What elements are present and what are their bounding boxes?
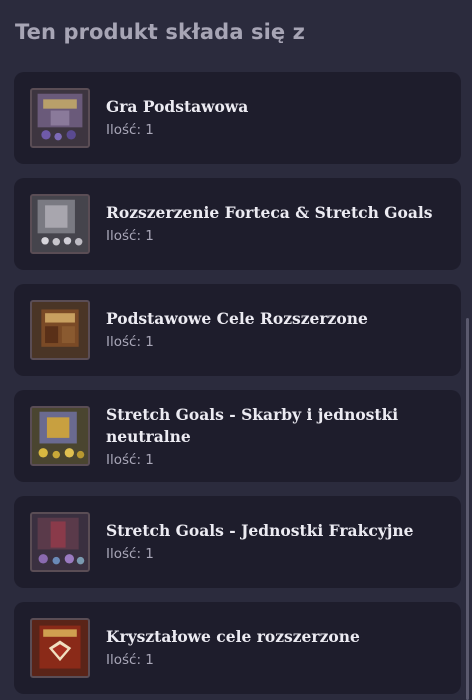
product-thumbnail <box>30 406 90 466</box>
product-quantity: Ilość: 1 <box>106 228 154 244</box>
list-item-rozszerzenie-forteca[interactable]: Rozszerzenie Forteca & Stretch Goals Ilo… <box>14 178 461 270</box>
list-item-krysztalowe-cele[interactable]: Kryształowe cele rozszerzone Ilość: 1 <box>14 602 461 694</box>
product-name: Stretch Goals - Skarby i jednostki neutr… <box>106 405 399 446</box>
product-thumbnail <box>30 512 90 572</box>
product-name: Kryształowe cele rozszerzone <box>106 627 360 646</box>
product-quantity: Ilość: 1 <box>106 652 154 668</box>
product-name: Rozszerzenie Forteca & Stretch Goals <box>106 203 433 222</box>
product-name: Gra Podstawowa <box>106 97 249 116</box>
product-contents-page: Ten produkt składa się z Gra Podstawowa … <box>0 0 472 700</box>
list-item-stretch-goals-skarby[interactable]: Stretch Goals - Skarby i jednostki neutr… <box>14 390 461 482</box>
list-item-gra-podstawowa[interactable]: Gra Podstawowa Ilość: 1 <box>14 72 461 164</box>
product-thumbnail <box>30 88 90 148</box>
list-item-stretch-goals-jednostki[interactable]: Stretch Goals - Jednostki Frakcyjne Iloś… <box>14 496 461 588</box>
list-item-podstawowe-cele[interactable]: Podstawowe Cele Rozszerzone Ilość: 1 <box>14 284 461 376</box>
product-thumbnail <box>30 194 90 254</box>
product-name: Podstawowe Cele Rozszerzone <box>106 309 368 328</box>
product-quantity: Ilość: 1 <box>106 546 154 562</box>
product-name: Stretch Goals - Jednostki Frakcyjne <box>106 521 414 540</box>
product-list: Gra Podstawowa Ilość: 1 Rozszerzenie For… <box>14 72 461 700</box>
product-thumbnail <box>30 300 90 360</box>
product-quantity: Ilość: 1 <box>106 452 154 468</box>
product-thumbnail <box>30 618 90 678</box>
product-quantity: Ilość: 1 <box>106 334 154 350</box>
section-title: Ten produkt składa się z <box>15 20 305 44</box>
scrollbar[interactable] <box>466 318 469 700</box>
product-quantity: Ilość: 1 <box>106 122 154 138</box>
